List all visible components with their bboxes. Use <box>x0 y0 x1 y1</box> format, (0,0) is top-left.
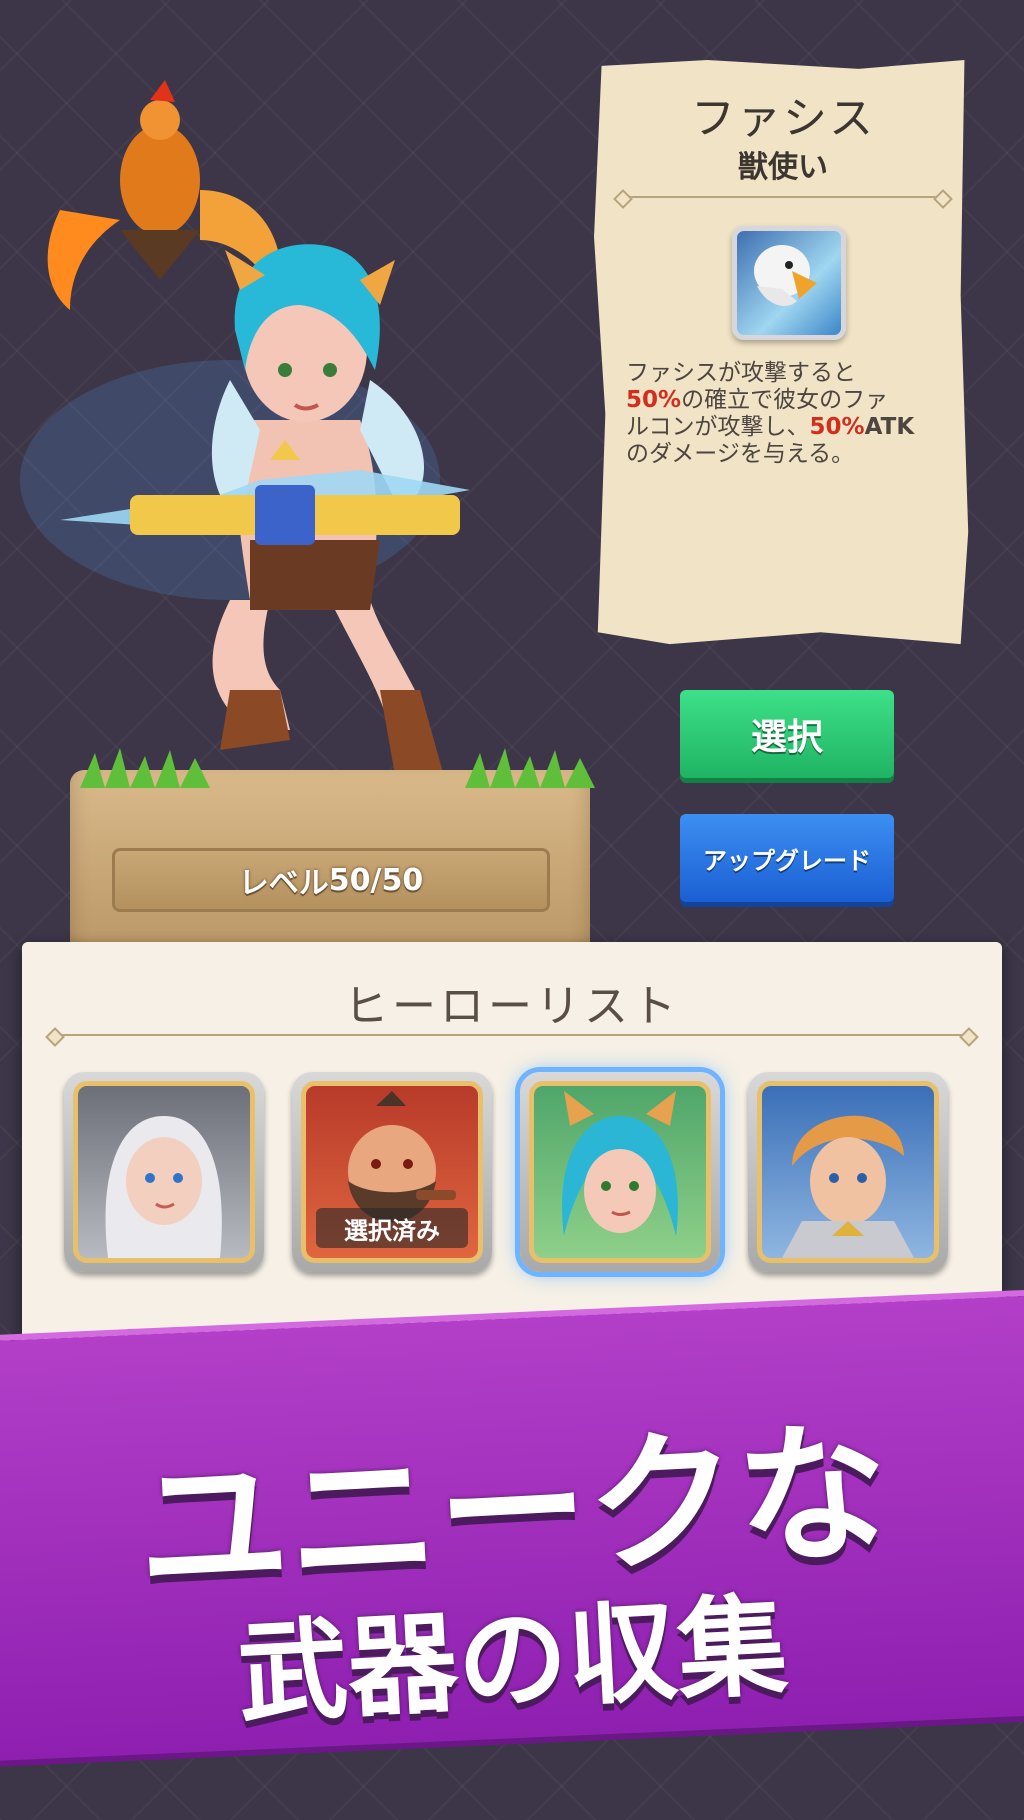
hero-list-divider <box>54 1034 970 1036</box>
level-value: 50/50 <box>328 862 424 898</box>
skill-text-3: ルコンが攻撃し、 <box>626 414 810 440</box>
falcon-head-icon <box>754 245 817 306</box>
portrait-blond-knight[interactable] <box>748 1072 948 1272</box>
select-button[interactable]: 選択 <box>680 690 894 778</box>
skill-text-4: のダメージを与える。 <box>626 441 855 467</box>
knight-face-icon <box>782 1115 914 1258</box>
portrait-silver-haired-heroine[interactable] <box>64 1072 264 1272</box>
skill-chance: 50% <box>626 387 682 413</box>
skill-description: ファシスが攻撃すると 50%の確立で彼女のファ ルコンが攻撃し、50%ATK の… <box>626 360 946 468</box>
falcon-icon[interactable] <box>732 226 846 340</box>
skill-damage: 50% <box>809 414 865 440</box>
hero-info-scroll: ファシス 獣使い ファシスが攻撃すると 50%の確立で彼女のファ ルコンが攻撃し… <box>594 60 969 645</box>
skill-text-2: の確立で彼女のファ <box>681 387 889 413</box>
grass-tuft-left <box>80 748 210 788</box>
archer-face-icon <box>562 1091 678 1236</box>
hero-class: 獣使い <box>738 150 828 185</box>
heroine-face-icon <box>105 1116 222 1258</box>
grass-tuft-right <box>465 748 595 788</box>
level-label: レベル <box>238 866 329 901</box>
portrait-bearded-warrior[interactable]: 選択済み <box>292 1072 492 1272</box>
skill-atk: ATK <box>864 414 915 440</box>
hero-list-title: ヒーローリスト <box>344 981 680 1032</box>
skill-text-1: ファシスが攻撃すると <box>626 360 856 386</box>
level-plate: レベル 50/50 <box>112 848 550 912</box>
upgrade-button[interactable]: アップグレード <box>680 814 894 902</box>
hero-stage: レベル 50/50 <box>0 40 600 1000</box>
selected-tag: 選択済み <box>316 1208 468 1248</box>
scroll-divider <box>622 196 944 198</box>
hero-name: ファシス <box>691 93 875 144</box>
portrait-cat-ear-archer[interactable] <box>520 1072 720 1272</box>
